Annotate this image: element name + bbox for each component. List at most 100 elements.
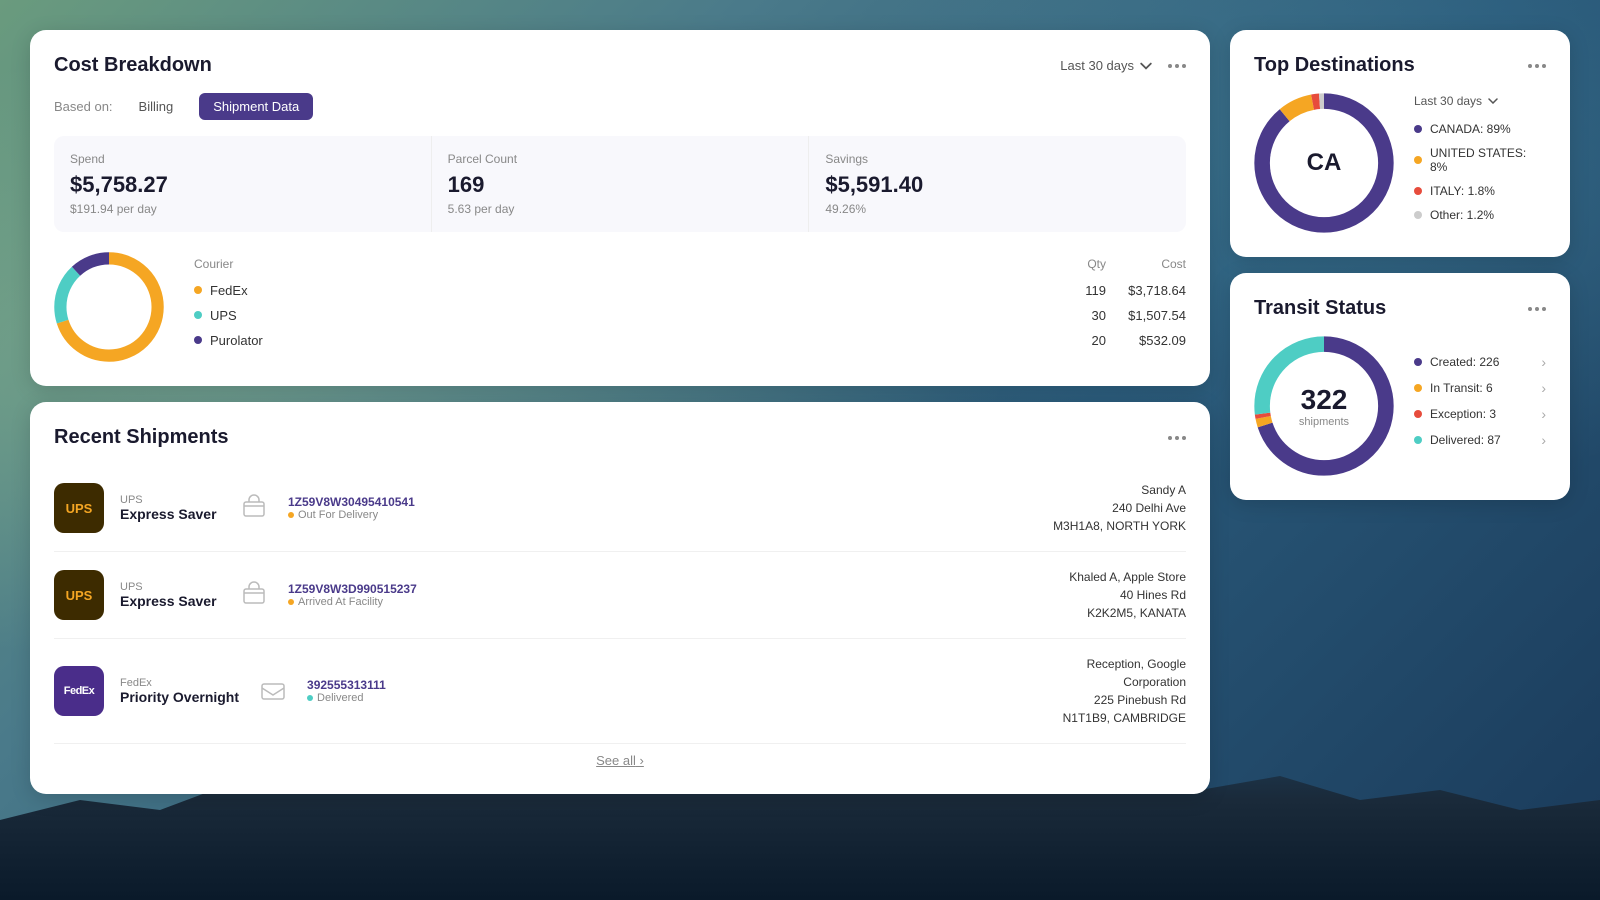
billing-tab[interactable]: Billing — [125, 93, 188, 120]
carrier-service-2: Express Saver — [120, 593, 220, 609]
transit-legend: Created: 226 › In Transit: 6 › Exception… — [1414, 354, 1546, 458]
spend-label: Spend — [70, 152, 415, 166]
ups-logo-1: UPS — [54, 483, 104, 533]
transit-in-transit[interactable]: In Transit: 6 › — [1414, 380, 1546, 396]
delivered-chevron: › — [1541, 432, 1546, 448]
recipient-address-1: 240 Delhi Ave — [1053, 499, 1186, 517]
canada-label: CANADA: 89% — [1430, 122, 1511, 136]
other-dot — [1414, 211, 1422, 219]
destinations-body: CA Last 30 days CANADA: 89% — [1254, 93, 1546, 233]
cost-breakdown-menu[interactable] — [1168, 64, 1186, 68]
canada-dot — [1414, 125, 1422, 133]
transit-exception[interactable]: Exception: 3 › — [1414, 406, 1546, 422]
parcel-count-label: Parcel Count — [448, 152, 793, 166]
courier-row-fedex: FedEx 119 $3,718.64 — [194, 283, 1186, 298]
destination-ca-label: CA — [1307, 149, 1342, 177]
top-destinations-card: Top Destinations — [1230, 30, 1570, 257]
transit-status-header: Transit Status — [1254, 297, 1546, 320]
created-chevron: › — [1541, 354, 1546, 370]
cost-col-header: Cost — [1106, 257, 1186, 271]
carrier-label-2: UPS — [120, 581, 220, 593]
see-all-chevron: › — [640, 753, 644, 768]
legend-item-us: UNITED STATES: 8% — [1414, 146, 1546, 174]
transit-status-menu[interactable] — [1528, 307, 1546, 311]
tracking-status-2: Arrived At Facility — [288, 596, 1053, 608]
exception-label: Exception: 3 — [1430, 407, 1533, 421]
recent-shipments-title: Recent Shipments — [54, 426, 228, 449]
top-destinations-menu[interactable] — [1528, 64, 1546, 68]
cost-breakdown-title: Cost Breakdown — [54, 54, 212, 77]
based-on-row: Based on: Billing Shipment Data — [54, 93, 1186, 120]
transit-status-card: Transit Status — [1230, 273, 1570, 500]
courier-section: Courier Qty Cost FedEx 119 $3,718.64 UPS… — [54, 252, 1186, 362]
chevron-down-icon — [1140, 60, 1152, 72]
recent-shipments-menu[interactable] — [1168, 436, 1186, 440]
fedex-cost: $3,718.64 — [1106, 283, 1186, 298]
see-all-label: See all — [596, 753, 636, 768]
shipment-data-tab[interactable]: Shipment Data — [199, 93, 313, 120]
carrier-label-3: FedEx — [120, 677, 239, 689]
recipient-city-3: N1T1B9, CAMBRIDGE — [1063, 709, 1186, 727]
fedex-dot — [194, 286, 202, 294]
qty-col-header: Qty — [1056, 257, 1106, 271]
period-selector[interactable]: Last 30 days — [1060, 58, 1152, 73]
in-transit-dot — [1414, 384, 1422, 392]
right-column: Top Destinations — [1230, 30, 1570, 870]
other-label: Other: 1.2% — [1430, 208, 1494, 222]
left-column: Cost Breakdown Last 30 days Based on: Bi… — [30, 30, 1210, 870]
ups-logo-2: UPS — [54, 570, 104, 620]
recipient-info-2: Khaled A, Apple Store 40 Hines Rd K2K2M5… — [1069, 568, 1186, 622]
carrier-service-1: Express Saver — [120, 506, 220, 522]
carrier-info-2: UPS Express Saver — [120, 581, 220, 609]
recipient-address-2: 40 Hines Rd — [1069, 586, 1186, 604]
spend-metric: Spend $5,758.27 $191.94 per day — [54, 136, 432, 232]
recipient-name3-2: Corporation — [1063, 673, 1186, 691]
parcel-count-sub: 5.63 per day — [448, 202, 793, 216]
transit-center-number: 322 — [1301, 384, 1348, 416]
tracking-info-2: 1Z59V8W3D990515237 Arrived At Facility — [288, 582, 1053, 608]
dest-chevron-icon — [1488, 98, 1498, 104]
shipment-item-1: UPS UPS Express Saver 1Z59V8W30495410541 — [54, 465, 1186, 552]
ups-dot — [194, 311, 202, 319]
legend-item-italy: ITALY: 1.8% — [1414, 184, 1546, 198]
savings-value: $5,591.40 — [825, 172, 1170, 198]
carrier-info-1: UPS Express Saver — [120, 494, 220, 522]
tracking-number-1: 1Z59V8W30495410541 — [288, 495, 1037, 509]
fedex-logo-3: FedEx — [54, 666, 104, 716]
exception-dot — [1414, 410, 1422, 418]
recent-shipments-card: Recent Shipments UPS UPS Express Saver — [30, 402, 1210, 794]
delivered-label: Delivered: 87 — [1430, 433, 1533, 447]
see-all-link[interactable]: See all › — [596, 753, 644, 768]
transit-center-text: shipments — [1299, 416, 1349, 428]
dest-period-label: Last 30 days — [1414, 94, 1482, 108]
created-dot — [1414, 358, 1422, 366]
shipment-item-2: UPS UPS Express Saver 1Z59V8W3D990515237 — [54, 552, 1186, 639]
fedex-qty: 119 — [1056, 283, 1106, 298]
top-destinations-title: Top Destinations — [1254, 54, 1415, 77]
tracking-icon-3 — [255, 673, 291, 709]
tracking-status-1: Out For Delivery — [288, 509, 1037, 521]
recipient-name-1: Sandy A — [1053, 481, 1186, 499]
italy-label: ITALY: 1.8% — [1430, 184, 1495, 198]
recent-shipments-header: Recent Shipments — [54, 426, 1186, 449]
parcel-count-value: 169 — [448, 172, 793, 198]
courier-row-purolator: Purolator 20 $532.09 — [194, 333, 1186, 348]
tracking-status-3: Delivered — [307, 692, 1047, 704]
transit-created[interactable]: Created: 226 › — [1414, 354, 1546, 370]
status-dot-3 — [307, 695, 313, 701]
destinations-legend: CANADA: 89% UNITED STATES: 8% ITALY: 1.8… — [1414, 122, 1546, 222]
purolator-name: Purolator — [210, 333, 1056, 348]
exception-chevron: › — [1541, 406, 1546, 422]
tracking-info-1: 1Z59V8W30495410541 Out For Delivery — [288, 495, 1037, 521]
status-text-3: Delivered — [317, 692, 363, 704]
ups-qty: 30 — [1056, 308, 1106, 323]
destination-center-label: CA — [1254, 93, 1394, 233]
dest-period-row: Last 30 days — [1414, 94, 1546, 108]
shipment-item-3: FedEx FedEx Priority Overnight 392555313… — [54, 639, 1186, 744]
transit-body: 322 shipments Created: 226 › In Transit:… — [1254, 336, 1546, 476]
transit-delivered[interactable]: Delivered: 87 › — [1414, 432, 1546, 448]
transit-status-title: Transit Status — [1254, 297, 1386, 320]
carrier-service-3: Priority Overnight — [120, 689, 239, 705]
courier-row-ups: UPS 30 $1,507.54 — [194, 308, 1186, 323]
savings-metric: Savings $5,591.40 49.26% — [809, 136, 1186, 232]
